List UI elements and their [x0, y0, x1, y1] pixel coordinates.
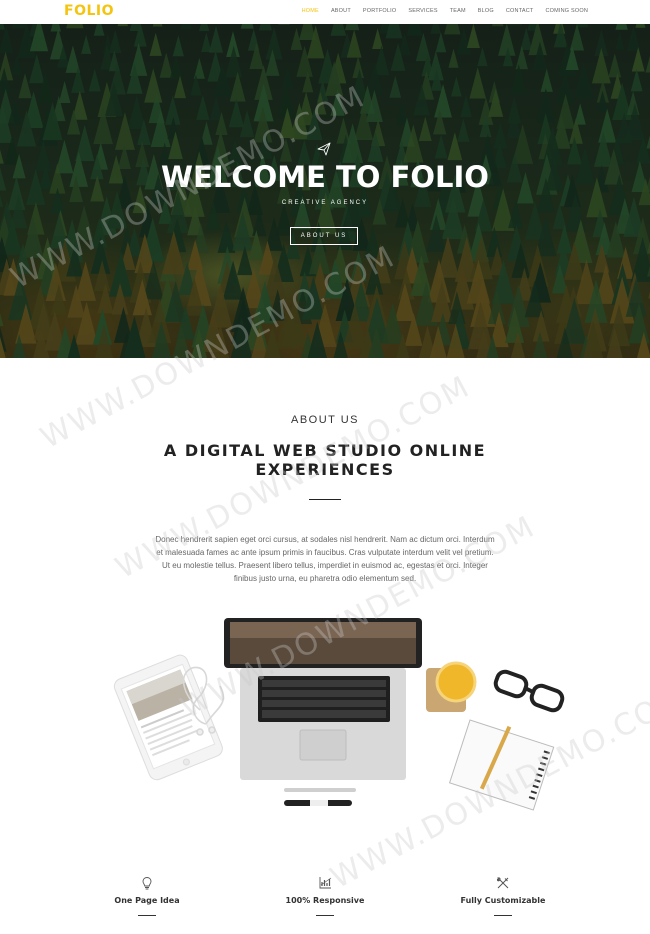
nav-item-about[interactable]: ABOUT [331, 8, 351, 14]
feature-responsive: 100% Responsive [245, 876, 405, 916]
site-logo[interactable]: FOLIO [64, 3, 114, 19]
feature-divider [316, 915, 334, 916]
hero-section: WELCOME TO FOLIO CREATIVE AGENCY ABOUT U… [0, 24, 650, 358]
feature-title: One Page Idea [114, 896, 180, 905]
about-divider [309, 499, 341, 500]
nav-item-portfolio[interactable]: PORTFOLIO [363, 8, 396, 14]
about-us-button[interactable]: ABOUT US [290, 227, 358, 245]
hero-title: WELCOME TO FOLIO [161, 160, 489, 194]
nav-item-blog[interactable]: BLOG [478, 8, 494, 14]
tools-icon [496, 877, 509, 889]
feature-divider [494, 915, 512, 916]
feature-customizable: Fully Customizable [423, 876, 583, 916]
nav-item-services[interactable]: SERVICES [408, 8, 437, 14]
hero-subtitle: CREATIVE AGENCY [281, 200, 369, 206]
feature-title: 100% Responsive [285, 896, 365, 905]
feature-one-page-idea: One Page Idea [67, 876, 227, 916]
about-section-title: A DIGITAL WEB STUDIO ONLINE EXPERIENCES [163, 441, 487, 479]
paper-plane-icon [317, 142, 331, 156]
tablet-image [113, 654, 223, 781]
eyeglasses-image [493, 669, 565, 713]
pens-image [284, 788, 356, 806]
workspace-desk-image [113, 618, 565, 811]
juice-glass-image [426, 661, 477, 712]
nav-item-home[interactable]: HOME [302, 8, 319, 14]
main-menu: HOME ABOUT PORTFOLIO SERVICES TEAM BLOG … [290, 8, 588, 14]
notebook-image [448, 719, 555, 811]
laptop-image [224, 618, 422, 780]
nav-item-contact[interactable]: CONTACT [506, 8, 534, 14]
feature-divider [138, 915, 156, 916]
nav-item-coming-soon[interactable]: COMING SOON [545, 8, 588, 14]
responsive-chart-icon [319, 877, 332, 889]
lightbulb-icon [142, 877, 152, 890]
feature-title: Fully Customizable [460, 896, 546, 905]
nav-item-team[interactable]: TEAM [450, 8, 466, 14]
about-description: Donec hendrerit sapien eget orci cursus,… [155, 535, 495, 583]
about-section-label: ABOUT US [290, 414, 360, 426]
top-navbar: FOLIO HOME ABOUT PORTFOLIO SERVICES TEAM… [0, 0, 650, 24]
